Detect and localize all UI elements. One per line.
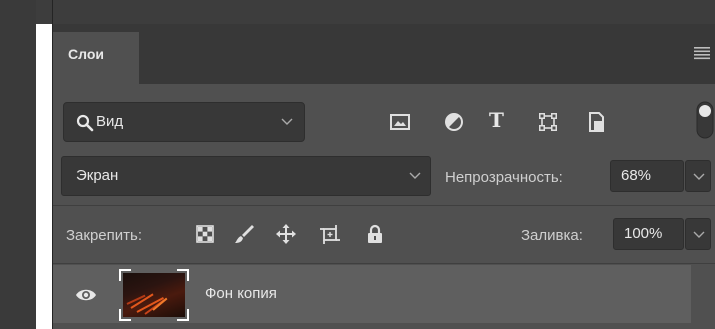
- opacity-slider-button[interactable]: [685, 160, 711, 192]
- type-icon[interactable]: T: [489, 109, 511, 131]
- app-frame-top: [36, 0, 715, 24]
- search-icon: [76, 114, 94, 132]
- layer-thumbnail[interactable]: [119, 269, 189, 321]
- shape-icon[interactable]: [537, 111, 559, 133]
- blend-mode-dropdown[interactable]: Экран: [61, 156, 431, 196]
- scrollbar[interactable]: [691, 265, 715, 329]
- filter-kind-value: Вид: [96, 113, 124, 130]
- fill-input[interactable]: 100%: [613, 218, 684, 250]
- brush-lock-icon[interactable]: [233, 223, 255, 245]
- app-frame-left: [0, 0, 36, 329]
- divider: [53, 205, 715, 206]
- fill-label: Заливка:: [521, 227, 583, 244]
- panel-tab-bar: Слои: [53, 24, 715, 84]
- move-lock-icon[interactable]: [275, 223, 297, 245]
- transparency-lock-icon[interactable]: [194, 223, 216, 245]
- filter-toggle-switch[interactable]: [695, 100, 715, 140]
- divider: [53, 263, 715, 264]
- layer-name: Фон копия: [205, 285, 277, 302]
- adjustment-icon[interactable]: [443, 111, 465, 133]
- fill-slider-button[interactable]: [685, 218, 711, 250]
- tab-layers[interactable]: Слои: [53, 32, 139, 84]
- artboard-lock-icon[interactable]: [319, 223, 341, 245]
- opacity-label: Непрозрачность:: [445, 169, 563, 186]
- chevron-down-icon: [281, 118, 293, 125]
- smart-object-icon[interactable]: [585, 111, 607, 133]
- panel-menu-icon[interactable]: [693, 46, 711, 60]
- blend-mode-value: Экран: [76, 167, 119, 184]
- opacity-input[interactable]: 68%: [610, 160, 684, 192]
- selection-corners-icon: [119, 269, 189, 321]
- eye-icon[interactable]: [75, 287, 97, 303]
- chevron-down-icon: [409, 172, 421, 179]
- lock-icon[interactable]: [364, 223, 386, 245]
- chevron-down-icon: [693, 173, 705, 180]
- layers-panel: Слои Вид T Экран Непрозрачность: 68% Зак…: [53, 24, 715, 329]
- filter-kind-dropdown[interactable]: Вид: [63, 102, 305, 142]
- image-icon[interactable]: [389, 111, 411, 133]
- lock-label: Закрепить:: [66, 227, 143, 244]
- layer-row[interactable]: Фон копия: [53, 265, 691, 323]
- chevron-down-icon: [693, 231, 705, 238]
